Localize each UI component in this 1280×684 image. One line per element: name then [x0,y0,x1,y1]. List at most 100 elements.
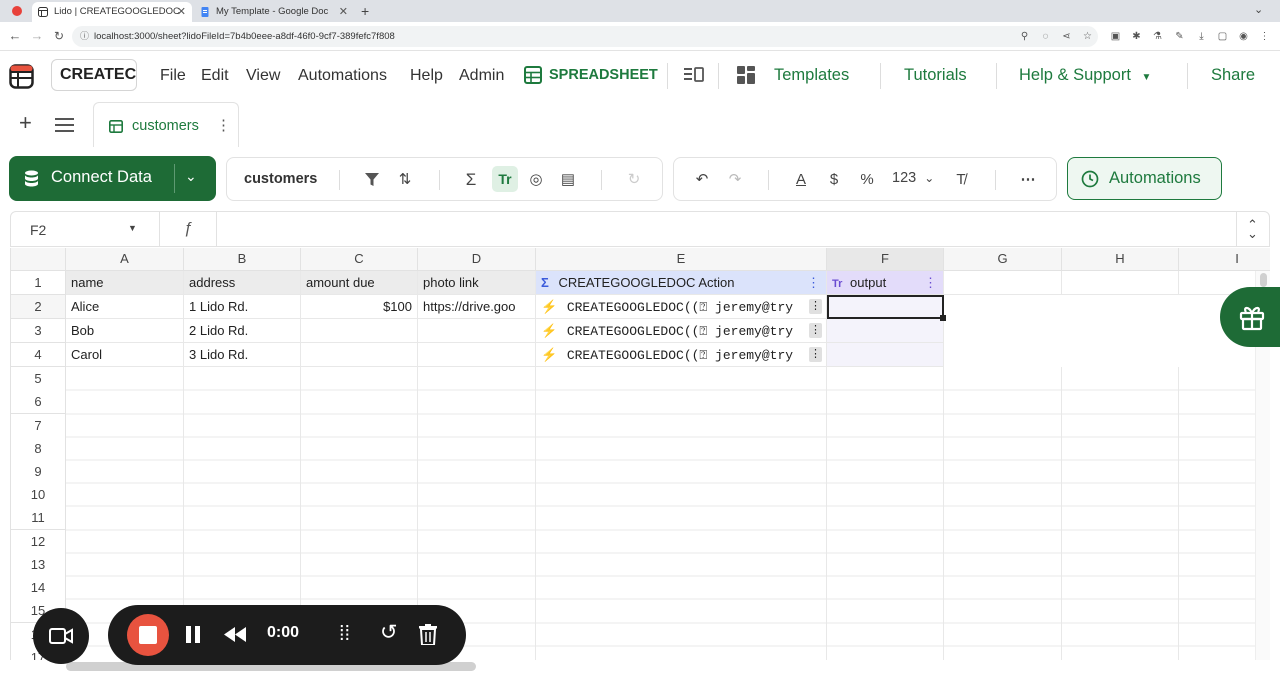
cell-f4[interactable] [827,343,944,367]
table-column-name-header[interactable]: name [66,271,184,295]
sheet-list-menu-icon[interactable] [55,118,74,132]
table-column-photo-header[interactable]: photo link [418,271,536,295]
row-header-6[interactable]: 6 [11,390,66,414]
row-header-7[interactable]: 7 [11,414,66,438]
chrome-menu-icon[interactable]: ⋮ [1259,31,1270,42]
percent-format-icon[interactable]: % [856,170,878,190]
trash-icon[interactable] [419,624,437,645]
merge-columns-icon[interactable]: ◎ [525,170,547,190]
cell-b2[interactable]: 1 Lido Rd. [184,295,301,319]
tutorials-link[interactable]: Tutorials [904,66,967,85]
column-settings-icon[interactable]: ▤ [557,170,579,190]
cell-f2[interactable] [827,295,944,319]
menu-help[interactable]: Help [410,67,443,85]
cell-e3[interactable]: ⚡ CREATEGOOGLEDOC((⍰ jeremy@try ⋮ [536,319,827,343]
close-tab-icon[interactable]: ✕ [339,2,348,22]
cell-b4[interactable]: 3 Lido Rd. [184,343,301,367]
function-icon[interactable]: ƒ [160,212,217,246]
templates-link[interactable]: Templates [774,66,849,85]
document-view-icon[interactable] [684,67,704,83]
row-header-5[interactable]: 5 [11,367,66,391]
url-field[interactable]: ⓘ localhost:3000/sheet?lidoFileId=7b4b0e… [72,26,1098,47]
new-tab-icon[interactable]: + [361,3,369,19]
site-info-icon[interactable]: ⓘ [80,26,89,47]
browser-tab-google-doc[interactable]: My Template - Google Doc ✕ [194,2,354,22]
file-name-input[interactable]: CREATEC [51,59,137,91]
expand-formula-icon[interactable]: ⌃ ⌄ [1247,218,1258,240]
menu-file[interactable]: File [160,67,186,85]
row-header-2[interactable]: 2 [11,295,66,319]
column-header-a[interactable]: A [66,248,184,271]
row-header-11[interactable]: 11 [11,506,66,530]
menu-admin[interactable]: Admin [459,67,504,85]
select-all-corner[interactable] [11,248,66,271]
filter-icon[interactable] [365,173,379,187]
undo-icon[interactable]: ↶ [691,170,713,190]
sidebar-icon[interactable]: ▢ [1217,31,1228,42]
table-column-output-header[interactable]: Tr output ⋮ [827,271,944,295]
redo-icon[interactable]: ↷ [724,170,746,190]
cell-e2[interactable]: ⚡ CREATEGOOGLEDOC((⍰ jeremy@try ⋮ [536,295,827,319]
flask-icon[interactable]: ⚗ [1152,31,1163,42]
row-header-4[interactable]: 4 [11,343,66,367]
column-header-e[interactable]: E [536,248,827,271]
column-header-g[interactable]: G [944,248,1062,271]
cell-d3[interactable] [418,319,536,343]
lido-logo-icon[interactable] [9,64,34,89]
cell-menu-icon[interactable]: ⋮ [809,347,822,362]
menu-automations[interactable]: Automations [298,67,387,85]
share-button[interactable]: Share [1211,66,1255,85]
browser-tab-lido[interactable]: Lido | CREATEGOOGLEDOC ✕ [32,2,192,22]
menu-edit[interactable]: Edit [201,67,229,85]
grid-dots-icon[interactable]: ⁞⁞ [339,622,350,646]
cell-menu-icon[interactable]: ⋮ [809,299,822,314]
formula-input[interactable] [221,212,1231,246]
cell-d2[interactable]: https://drive.goo [418,295,536,319]
sort-icon[interactable]: ⇅ [394,170,416,190]
spreadsheet-mode-button[interactable]: SPREADSHEET [549,67,658,83]
cell-c3[interactable] [301,319,418,343]
cell-reference-box[interactable]: F2 ▼ [11,212,160,246]
column-menu-icon[interactable]: ⋮ [807,271,820,294]
sheet-tab-customers[interactable]: customers ⋮ [93,102,239,147]
menu-view[interactable]: View [246,67,280,85]
row-header-14[interactable]: 14 [11,576,66,600]
forward-icon[interactable]: → [30,29,44,43]
cell-c2[interactable]: $100 [301,295,418,319]
text-color-icon[interactable]: A [790,170,812,190]
stop-recording-button[interactable] [127,614,169,656]
table-column-address-header[interactable]: address [184,271,301,295]
column-header-c[interactable]: C [301,248,418,271]
share-page-icon[interactable]: ⋖ [1061,31,1072,42]
camera-toggle-button[interactable] [33,608,89,664]
cell-f3[interactable] [827,319,944,343]
row-header-12[interactable]: 12 [11,530,66,554]
text-format-icon[interactable]: Tr [492,166,518,192]
close-tab-icon[interactable]: ✕ [177,2,186,22]
sum-icon[interactable]: Σ [460,170,482,190]
reload-icon[interactable]: ↻ [52,29,66,43]
column-menu-icon[interactable]: ⋮ [924,271,937,294]
column-header-i[interactable]: I [1179,248,1270,271]
connect-data-dropdown-icon[interactable]: ⌄ [185,168,197,185]
add-sheet-icon[interactable]: + [19,112,32,134]
row-header-10[interactable]: 10 [11,483,66,507]
table-column-action-header[interactable]: Σ CREATEGOOGLEDOC Action ⋮ [536,271,827,295]
cell-e4[interactable]: ⚡ CREATEGOOGLEDOC((⍰ jeremy@try ⋮ [536,343,827,367]
clear-formatting-icon[interactable]: T̸ [950,170,972,190]
cell-a3[interactable]: Bob [66,319,184,343]
gift-floating-button[interactable] [1220,287,1280,347]
column-header-d[interactable]: D [418,248,536,271]
cell-a2[interactable]: Alice [66,295,184,319]
download-icon[interactable]: ⤓ [1196,31,1207,42]
number-format-dropdown[interactable]: 123 ⌄ [892,170,934,186]
fill-handle[interactable] [940,315,946,321]
cell-c4[interactable] [301,343,418,367]
table-column-amount-header[interactable]: amount due [301,271,418,295]
back-icon[interactable]: ← [8,29,22,43]
extension-icon[interactable]: ▣ [1110,31,1121,42]
cell-h1[interactable] [1062,271,1179,295]
bookmark-star-icon[interactable]: ☆ [1082,31,1093,42]
cell-b3[interactable]: 2 Lido Rd. [184,319,301,343]
pause-icon[interactable] [186,626,191,643]
